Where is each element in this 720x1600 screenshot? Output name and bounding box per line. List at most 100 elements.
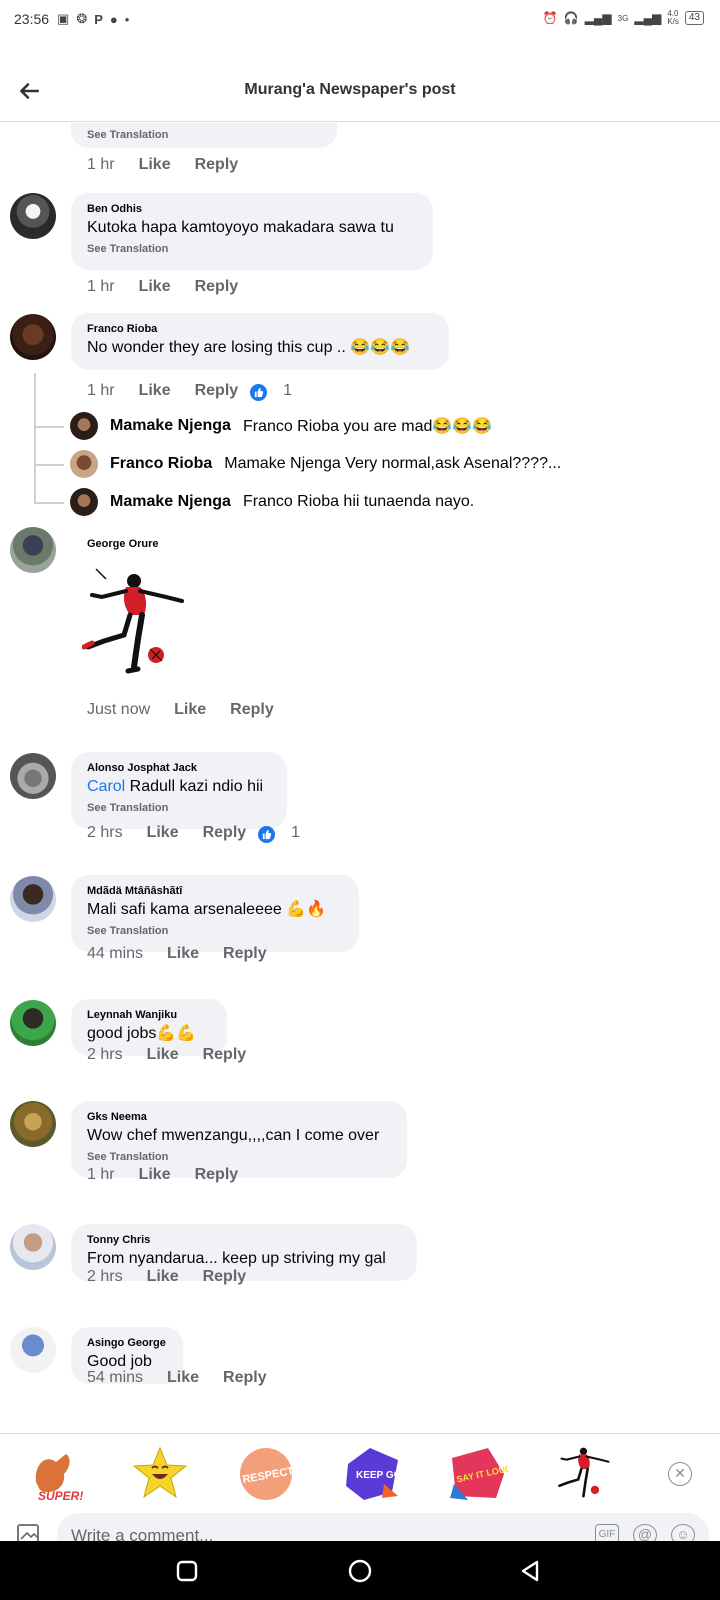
home-icon[interactable] <box>347 1558 373 1584</box>
super-sticker[interactable]: SUPER! <box>26 1444 86 1504</box>
like-button[interactable]: Like <box>174 701 206 719</box>
keep-going-sticker[interactable]: KEEP GOING <box>342 1444 402 1504</box>
reply-button[interactable]: Reply <box>203 1268 247 1286</box>
avatar[interactable] <box>10 1224 56 1270</box>
reply-button[interactable]: Reply <box>230 701 274 719</box>
reply-author[interactable]: Mamake Njenga <box>110 417 231 435</box>
comment-author[interactable]: Franco Rioba <box>87 323 433 335</box>
reply-button[interactable]: Reply <box>195 278 239 296</box>
status-right: ⏰ 🎧 ▂▄▆ 3G ▂▄▆ 4.0 K/s 43 <box>543 10 704 26</box>
like-button[interactable]: Like <box>139 1166 171 1184</box>
footballer-sticker-mini[interactable] <box>556 1444 614 1504</box>
comment-author[interactable]: Mdãdä Mtâñâshãtî <box>87 885 343 897</box>
comment-actions: 2 hrs Like Reply <box>87 1046 270 1064</box>
thumbs-up-reaction-icon[interactable] <box>258 826 276 843</box>
reply-button[interactable]: Reply <box>223 1369 267 1387</box>
see-translation-link[interactable]: See Translation <box>87 129 321 141</box>
like-button[interactable]: Like <box>147 1046 179 1064</box>
footballer-sticker[interactable] <box>82 567 192 682</box>
avatar[interactable] <box>10 1000 56 1046</box>
comment-time: 2 hrs <box>87 1268 123 1285</box>
comments-feed[interactable]: See Translation 1 hr Like Reply Ben Odhi… <box>0 123 720 1433</box>
comment-actions: 2 hrs Like Reply <box>87 1268 270 1286</box>
see-translation-link[interactable]: See Translation <box>87 802 271 814</box>
sticker-tray: SUPER! RESPECT KEEP GOING SAY IT LOUD! ✕ <box>0 1433 720 1513</box>
close-stickers-icon[interactable]: ✕ <box>668 1462 692 1486</box>
comment-author[interactable]: Gks Neema <box>87 1111 391 1123</box>
comment-author[interactable]: Alonso Josphat Jack <box>87 762 271 774</box>
mention-icon[interactable]: @ <box>633 1524 657 1541</box>
gif-icon[interactable]: GIF <box>595 1524 619 1541</box>
comment-actions: 1 hr Like Reply <box>87 278 262 296</box>
comment-text-body: Radull kazi ndio hii <box>125 778 264 795</box>
headphones-icon: 🎧 <box>563 11 579 25</box>
reply-button[interactable]: Reply <box>195 382 239 400</box>
avatar[interactable] <box>10 193 56 239</box>
reply-text: Mamake Njenga Very normal,ask Asenal????… <box>224 455 562 472</box>
thumbs-up-reaction-icon[interactable] <box>250 384 268 401</box>
comment-bubble: See Translation <box>71 123 337 148</box>
comment-time: 1 hr <box>87 278 115 295</box>
avatar[interactable] <box>70 412 98 440</box>
comment-author[interactable]: George Orure <box>87 538 159 550</box>
comment-actions: Just now Like Reply <box>87 701 298 719</box>
like-button[interactable]: Like <box>167 945 199 963</box>
avatar[interactable] <box>70 450 98 478</box>
like-button[interactable]: Like <box>139 278 171 296</box>
avatar[interactable] <box>10 1327 56 1373</box>
reply-item[interactable]: Franco Rioba Mamake Njenga Very normal,a… <box>70 450 561 478</box>
comment-author[interactable]: Ben Odhis <box>87 203 417 215</box>
avatar[interactable] <box>10 527 56 573</box>
like-button[interactable]: Like <box>139 156 171 174</box>
like-button[interactable]: Like <box>147 824 179 842</box>
avatar[interactable] <box>10 876 56 922</box>
comment-actions: 1 hr Like Reply 1 <box>87 380 292 401</box>
comment-time: Just now <box>87 701 151 718</box>
p-notification-icon: P <box>94 11 103 27</box>
reply-button[interactable]: Reply <box>195 1166 239 1184</box>
like-button[interactable]: Like <box>139 382 171 400</box>
comment-author[interactable]: Leynnah Wanjiku <box>87 1009 211 1021</box>
more-notifications-icon: • <box>124 11 130 27</box>
avatar[interactable] <box>10 314 56 360</box>
like-button[interactable]: Like <box>167 1369 199 1387</box>
respect-sticker[interactable]: RESPECT <box>236 1444 296 1504</box>
back-nav-icon[interactable] <box>517 1558 543 1584</box>
comment-author[interactable]: Tonny Chris <box>87 1234 401 1246</box>
emoji-icon[interactable]: ☺ <box>671 1524 695 1541</box>
see-translation-link[interactable]: See Translation <box>87 243 417 255</box>
comment-time: 1 hr <box>87 156 115 173</box>
avatar[interactable] <box>70 488 98 516</box>
reaction-count: 1 <box>291 823 301 841</box>
reply-button[interactable]: Reply <box>195 156 239 174</box>
reply-item[interactable]: Mamake Njenga Franco Rioba hii tunaenda … <box>70 488 474 516</box>
comment-author[interactable]: Asingo George <box>87 1337 167 1349</box>
comment-input[interactable]: Write a comment... GIF @ ☺ <box>57 1513 709 1541</box>
comment-time: 44 mins <box>87 945 144 962</box>
laughing-star-sticker[interactable] <box>130 1444 190 1504</box>
like-button[interactable]: Like <box>147 1268 179 1286</box>
sim-label: 3G <box>617 13 629 23</box>
mention-link[interactable]: Carol <box>87 778 125 795</box>
reply-button[interactable]: Reply <box>203 824 247 842</box>
reply-author[interactable]: Franco Rioba <box>110 455 212 473</box>
see-translation-link[interactable]: See Translation <box>87 925 343 937</box>
say-it-loud-sticker[interactable]: SAY IT LOUD! <box>448 1444 508 1504</box>
reaction-count: 1 <box>283 381 293 399</box>
avatar[interactable] <box>10 1101 56 1147</box>
comment-actions: 1 hr Like Reply <box>87 156 262 174</box>
avatar[interactable] <box>10 753 56 799</box>
comment-actions: 54 mins Like Reply <box>87 1369 291 1387</box>
see-translation-link[interactable]: See Translation <box>87 1151 391 1163</box>
photo-icon[interactable] <box>16 1521 42 1541</box>
comment-time: 2 hrs <box>87 823 123 841</box>
reply-button[interactable]: Reply <box>223 945 267 963</box>
reply-button[interactable]: Reply <box>203 1046 247 1064</box>
reply-item[interactable]: Mamake Njenga Franco Rioba you are mad😂😂… <box>70 412 492 440</box>
post-header: Murang'a Newspaper's post <box>0 60 720 122</box>
comment-bubble: Franco Rioba No wonder they are losing t… <box>71 313 449 370</box>
recents-icon[interactable] <box>174 1558 200 1584</box>
reply-author[interactable]: Mamake Njenga <box>110 493 231 511</box>
system-nav-bar <box>0 1541 720 1600</box>
net-speed: 4.0 K/s <box>667 10 679 26</box>
